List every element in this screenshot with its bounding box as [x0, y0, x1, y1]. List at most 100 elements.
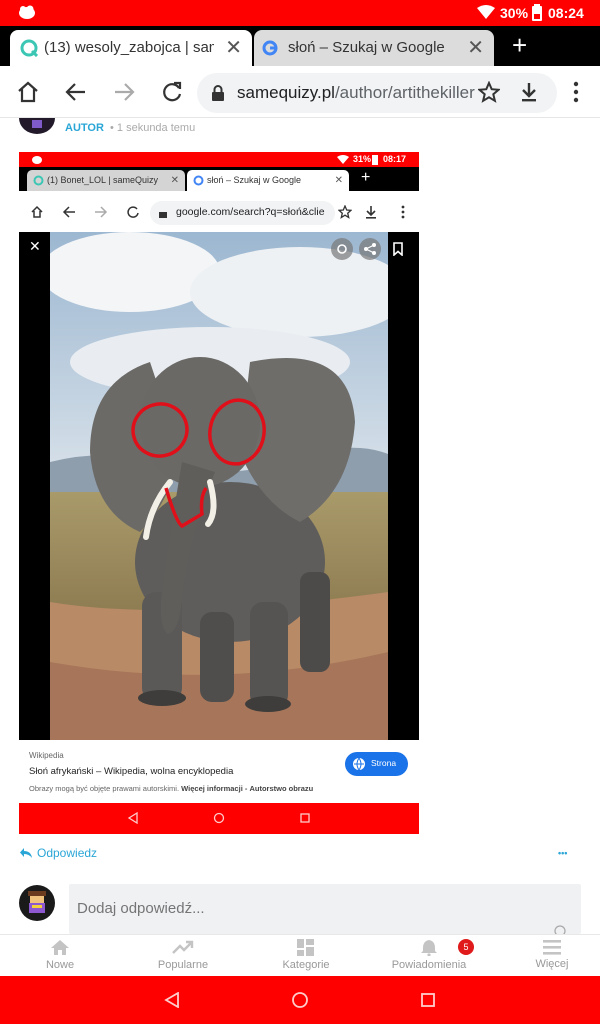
home-icon [31, 205, 43, 218]
bell-icon [421, 940, 437, 957]
more-info-link: Więcej informacji [181, 784, 243, 793]
inner-tab-google: słoń – Szukaj w Google ✕ [187, 170, 349, 191]
tab-close-icon: ✕ [334, 175, 343, 186]
reload-icon [127, 206, 139, 218]
back-icon [62, 206, 75, 218]
inner-tab-title: słoń – Szukaj w Google [207, 175, 302, 185]
notification-icon [32, 156, 42, 164]
inner-address-bar: google.com/search?q=słoń&clie [150, 201, 335, 225]
post-time: • 1 sekunda temu [110, 122, 196, 134]
battery-icon [532, 4, 542, 21]
forward-icon[interactable] [112, 80, 136, 104]
bottom-nav: Nowe Popularne Kategorie Powiadomienia 5… [0, 934, 600, 976]
more-vert-icon[interactable] [572, 81, 580, 103]
tab-title: (13) wesoly_zabojca | sameQ [44, 39, 214, 56]
lock-icon [212, 85, 224, 101]
download-icon [366, 206, 376, 219]
tab-close-icon: ✕ [170, 175, 179, 186]
nav-label: Kategorie [282, 959, 330, 971]
elephant-image-viewer: ✕ [19, 232, 419, 740]
browser-toolbar: samequizy.pl/author/artithekiller [0, 66, 600, 118]
bookmark-star-icon [338, 205, 352, 219]
source-name: Wikipedia [29, 751, 64, 760]
samequizy-favicon [20, 39, 38, 57]
inner-battery: 31% [353, 154, 372, 164]
nav-item-kategorie[interactable]: Kategorie [251, 939, 361, 971]
bookmark-star-icon[interactable] [478, 81, 500, 103]
home-icon [51, 940, 69, 955]
elephant-photo [50, 232, 388, 740]
image-caption: Wikipedia Słoń afrykański – Wikipedia, w… [19, 740, 419, 803]
author-avatar[interactable] [19, 118, 55, 134]
nav-label: Nowe [45, 959, 75, 971]
visit-site-button: Strona [345, 752, 408, 776]
status-bar: 30% 08:24 [0, 0, 600, 26]
inner-url: google.com/search?q=słoń&clie [176, 206, 325, 218]
share-icon [359, 238, 381, 260]
close-viewer-icon: ✕ [29, 238, 41, 254]
address-bar[interactable]: samequizy.pl/author/artithekiller [197, 73, 557, 113]
url-domain: samequizy.pl [237, 83, 335, 102]
comment-input[interactable] [69, 890, 581, 926]
inner-system-nav [19, 803, 419, 834]
menu-icon [543, 940, 561, 955]
nav-item-wiecej[interactable]: Więcej [497, 939, 600, 970]
google-favicon [262, 40, 278, 56]
tab-close-icon[interactable]: ✕ [467, 30, 484, 66]
nav-item-popularne[interactable]: Popularne [128, 939, 238, 971]
image-author-link: Autorstwo obrazu [249, 784, 314, 793]
nav-back-icon[interactable] [164, 992, 180, 1008]
posted-image[interactable]: 31% 08:17 (1) Bonet_LOL | sameQuizy ✕ sł… [19, 152, 419, 834]
nav-label: Powiadomienia [391, 959, 467, 971]
separator: - [244, 784, 248, 793]
lens-icon [331, 238, 353, 260]
copyright-line: Obrazy mogą być objęte prawami autorskim… [29, 784, 313, 793]
url-text: samequizy.pl/author/artithekiller [237, 83, 475, 103]
copyright-note: Obrazy mogą być objęte prawami autorskim… [29, 784, 180, 793]
reload-icon[interactable] [160, 80, 184, 104]
visit-site-label: Strona [371, 758, 397, 768]
user-avatar[interactable] [19, 885, 55, 921]
globe-icon [353, 757, 365, 771]
nav-item-powiadomienia[interactable]: Powiadomienia 5 [374, 939, 484, 971]
nav-recents-icon[interactable] [420, 992, 436, 1008]
camera-icon[interactable] [553, 924, 567, 934]
new-tab-button[interactable]: + [512, 30, 527, 61]
more-options-button[interactable]: ••• [558, 848, 567, 858]
inner-tab-samequizy: (1) Bonet_LOL | sameQuizy ✕ [27, 170, 185, 191]
author-badge: AUTOR [65, 122, 104, 134]
download-icon[interactable] [518, 81, 540, 103]
wifi-icon [337, 155, 349, 164]
wifi-icon [477, 5, 495, 19]
forward-icon [95, 206, 108, 218]
back-icon[interactable] [64, 80, 88, 104]
tab-title: słoń – Szukaj w Google [288, 39, 445, 56]
reply-icon[interactable] [19, 847, 33, 859]
reply-link[interactable]: Odpowiedz [37, 846, 97, 860]
nav-label: Więcej [535, 958, 569, 970]
tab-samequizy[interactable]: (13) wesoly_zabojca | sameQ ✕ [10, 30, 252, 66]
home-icon[interactable] [16, 80, 40, 104]
bookmark-icon [393, 242, 403, 256]
result-title: Słoń afrykański – Wikipedia, wolna encyk… [29, 766, 234, 777]
inner-status-bar: 31% 08:17 [19, 152, 419, 167]
nav-label: Popularne [157, 959, 209, 971]
trending-icon [172, 940, 194, 954]
battery-percent: 30% [500, 5, 529, 21]
notification-icon [19, 5, 35, 19]
comment-box[interactable] [69, 884, 581, 934]
grid-icon [297, 939, 314, 956]
nav-recents-icon [300, 813, 310, 823]
inner-toolbar: google.com/search?q=słoń&clie [19, 191, 419, 233]
tab-close-icon[interactable]: ✕ [225, 30, 242, 66]
nav-home-icon[interactable] [291, 991, 309, 1009]
google-favicon [193, 175, 204, 186]
url-path: /author/artithekiller [334, 83, 475, 102]
tab-google[interactable]: słoń – Szukaj w Google ✕ [254, 30, 494, 66]
battery-icon [372, 155, 378, 165]
nav-item-nowe[interactable]: Nowe [5, 939, 115, 971]
inner-tab-title: (1) Bonet_LOL | sameQuizy [47, 175, 159, 185]
tab-strip: (13) wesoly_zabojca | sameQ ✕ słoń – Szu… [0, 26, 600, 66]
lock-icon [159, 212, 167, 218]
clock: 08:24 [548, 5, 584, 21]
